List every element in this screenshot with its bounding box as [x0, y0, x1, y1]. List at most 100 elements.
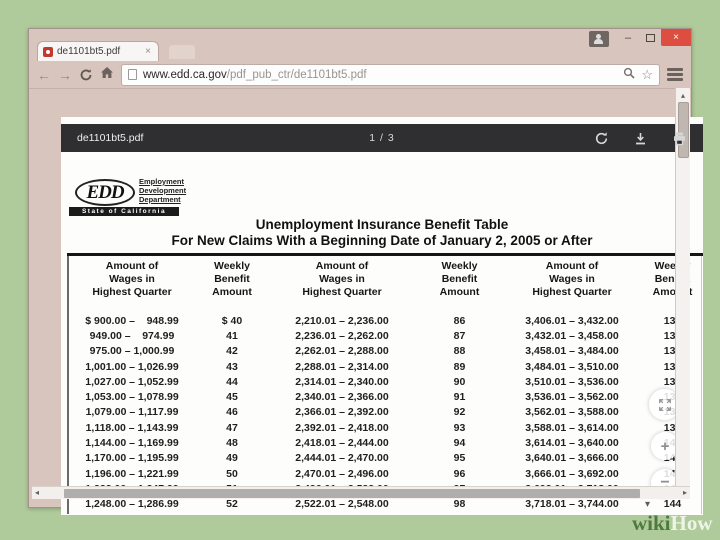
wage-range: 1,248.00 – 1,286.99	[67, 498, 197, 510]
tab-close-icon[interactable]: ×	[143, 46, 153, 57]
wage-range: 1,027.00 – 1,052.99	[67, 376, 197, 388]
table-row: 1,170.00 – 1,195.99 49 2,444.01 – 2,470.…	[67, 451, 703, 466]
wage-range: 1,001.00 – 1,026.99	[67, 361, 197, 373]
pdf-viewer: de1101bt5.pdf 1 / 3 EDD Employment Devel…	[61, 117, 703, 515]
tab-title: de1101bt5.pdf	[57, 46, 139, 57]
table-body: $ 900.00 – 948.99 $ 40 2,210.01 – 2,236.…	[67, 313, 703, 512]
edd-department-lines: Employment Development Department	[139, 177, 186, 204]
edd-logo: EDD Employment Development Department St…	[75, 177, 245, 219]
url-box[interactable]: www.edd.ca.gov/pdf_pub_ctr/de1101bt5.pdf…	[121, 64, 660, 86]
wage-range: 1,170.00 – 1,195.99	[67, 452, 197, 464]
minimize-button[interactable]: –	[617, 29, 639, 46]
profile-icon[interactable]	[589, 31, 609, 47]
weekly-benefit: 96	[417, 468, 502, 480]
wage-range: 949.00 – 974.99	[67, 330, 197, 342]
scroll-right-icon[interactable]: ▸	[683, 488, 687, 497]
title-bar: de1101bt5.pdf × – ×	[29, 29, 691, 61]
edd-acronym: EDD	[75, 179, 135, 206]
browser-tab[interactable]: de1101bt5.pdf ×	[37, 41, 159, 61]
wage-range: 2,288.01 – 2,314.00	[267, 361, 417, 373]
header-wba-3: Weekly Benefit Amount	[642, 260, 703, 299]
weekly-benefit: 52	[197, 498, 267, 510]
pdf-toolbar: de1101bt5.pdf 1 / 3	[61, 124, 703, 152]
wage-range: 2,340.01 – 2,366.00	[267, 391, 417, 403]
zoom-search-icon[interactable]	[623, 66, 635, 84]
url-path: /pdf_pub_ctr/de1101bt5.pdf	[227, 69, 367, 81]
watermark-wiki: wiki	[632, 511, 671, 535]
table-row: 975.00 – 1,000.99 42 2,262.01 – 2,288.00…	[67, 344, 703, 359]
table-row: 1,027.00 – 1,052.99 44 2,314.01 – 2,340.…	[67, 374, 703, 389]
weekly-benefit: 136	[642, 376, 703, 388]
wage-range: 3,666.01 – 3,692.00	[502, 468, 642, 480]
weekly-benefit: 50	[197, 468, 267, 480]
scroll-left-icon[interactable]: ◂	[35, 488, 39, 497]
weekly-benefit: $ 40	[197, 315, 267, 327]
vertical-scrollbar[interactable]: ▴	[675, 88, 690, 486]
wage-range: 2,392.01 – 2,418.00	[267, 422, 417, 434]
rotate-icon[interactable]	[594, 131, 609, 146]
wage-range: 2,470.01 – 2,496.00	[267, 468, 417, 480]
weekly-benefit: 139	[642, 422, 703, 434]
weekly-benefit: 93	[417, 422, 502, 434]
header-wba-2: Weekly Benefit Amount	[417, 260, 502, 299]
print-icon[interactable]	[672, 131, 687, 146]
url-host: www.edd.ca.gov	[143, 69, 227, 81]
download-icon[interactable]	[633, 131, 648, 146]
table-row: 1,053.00 – 1,078.99 45 2,340.01 – 2,366.…	[67, 389, 703, 404]
watermark-how: How	[671, 511, 713, 535]
table-row: $ 900.00 – 948.99 $ 40 2,210.01 – 2,236.…	[67, 313, 703, 328]
edd-state-banner: State of California	[69, 207, 179, 216]
table-row: 1,001.00 – 1,026.99 43 2,288.01 – 2,314.…	[67, 359, 703, 374]
wage-range: 1,196.00 – 1,221.99	[67, 468, 197, 480]
header-wages-1: Amount of Wages in Highest Quarter	[67, 260, 197, 299]
wage-range: 2,444.01 – 2,470.00	[267, 452, 417, 464]
menu-icon[interactable]	[667, 68, 683, 81]
header-wba-1: Weekly Benefit Amount	[197, 260, 267, 299]
document-subtitle: For New Claims With a Beginning Date of …	[61, 233, 703, 248]
url-text[interactable]: www.edd.ca.gov/pdf_pub_ctr/de1101bt5.pdf	[143, 69, 617, 81]
wage-range: 3,718.01 – 3,744.00	[502, 498, 642, 510]
close-button[interactable]: ×	[661, 29, 691, 46]
header-wages-2: Amount of Wages in Highest Quarter	[267, 260, 417, 299]
table-row: 949.00 – 974.99 41 2,236.01 – 2,262.00 8…	[67, 328, 703, 343]
wage-range: 3,588.01 – 3,614.00	[502, 422, 642, 434]
bookmark-star-icon[interactable]: ☆	[641, 68, 653, 81]
back-icon[interactable]: ←	[37, 68, 51, 82]
document-title: Unemployment Insurance Benefit Table	[61, 217, 703, 232]
home-icon[interactable]	[100, 66, 114, 84]
scroll-up-icon[interactable]: ▴	[676, 91, 690, 100]
weekly-benefit: 98	[417, 498, 502, 510]
weekly-benefit: 133	[642, 330, 703, 342]
wikihow-watermark: wikiHow	[632, 511, 713, 536]
weekly-benefit: 134	[642, 345, 703, 357]
pdf-scroll-down-icon[interactable]: ▾	[645, 499, 650, 510]
table-row: 1,079.00 – 1,117.99 46 2,366.01 – 2,392.…	[67, 405, 703, 420]
horizontal-scroll-thumb[interactable]	[64, 489, 640, 498]
weekly-benefit: 144	[642, 498, 703, 510]
wage-range: 2,314.01 – 2,340.00	[267, 376, 417, 388]
maximize-icon	[646, 34, 655, 42]
weekly-benefit: 86	[417, 315, 502, 327]
weekly-benefit: 48	[197, 437, 267, 449]
page-icon	[128, 69, 137, 80]
weekly-benefit: 43	[197, 361, 267, 373]
tab-strip-stub	[169, 45, 195, 59]
wage-range: 975.00 – 1,000.99	[67, 345, 197, 357]
weekly-benefit: 47	[197, 422, 267, 434]
wage-range: 1,144.00 – 1,169.99	[67, 437, 197, 449]
horizontal-scrollbar[interactable]: ◂ ▸	[32, 486, 690, 499]
header-wages-3: Amount of Wages in Highest Quarter	[502, 260, 642, 299]
wage-range: 2,418.01 – 2,444.00	[267, 437, 417, 449]
forward-icon[interactable]: →	[58, 68, 72, 82]
wage-range: 3,510.01 – 3,536.00	[502, 376, 642, 388]
maximize-button[interactable]	[639, 29, 661, 46]
weekly-benefit: 49	[197, 452, 267, 464]
address-bar: ← → www.edd.ca.gov/pdf_pub_ctr/de1101bt5…	[29, 61, 691, 89]
weekly-benefit: 87	[417, 330, 502, 342]
window-controls: – ×	[589, 29, 691, 47]
weekly-benefit: 46	[197, 406, 267, 418]
weekly-benefit: 135	[642, 361, 703, 373]
refresh-icon[interactable]	[79, 68, 93, 82]
pdf-favicon	[43, 47, 53, 57]
table-row: 1,144.00 – 1,169.99 48 2,418.01 – 2,444.…	[67, 435, 703, 450]
